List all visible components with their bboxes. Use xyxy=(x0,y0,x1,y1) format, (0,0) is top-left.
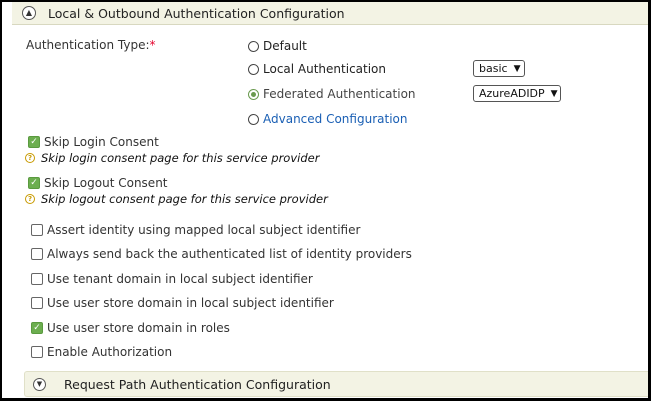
skip-login-help-text: Skip login consent page for this service… xyxy=(41,151,320,165)
radio-default-label: Default xyxy=(263,39,307,53)
enable-authorization-label: Enable Authorization xyxy=(47,345,173,359)
skip-logout-help: ? Skip logout consent page for this serv… xyxy=(25,192,328,206)
tenant-domain-checkbox[interactable] xyxy=(31,273,43,285)
chevron-down-icon: ▼ xyxy=(550,88,558,99)
radio-federated-authentication[interactable]: Federated Authentication xyxy=(248,87,416,101)
radio-advanced-circle[interactable] xyxy=(248,113,259,125)
enable-authorization-checkbox-row[interactable]: Enable Authorization xyxy=(31,345,172,359)
auth-type-label: Authentication Type:* xyxy=(26,38,156,52)
radio-federated-label: Federated Authentication xyxy=(263,87,416,101)
chevron-up-icon[interactable]: ▲ xyxy=(22,6,36,20)
section-header-local-outbound[interactable]: ▲ Local & Outbound Authentication Config… xyxy=(12,2,648,25)
section-title: Local & Outbound Authentication Configur… xyxy=(48,5,345,21)
auth-type-label-text: Authentication Type: xyxy=(26,38,150,52)
required-marker: * xyxy=(149,38,156,52)
section-header-request-path[interactable]: ▼ Request Path Authentication Configurat… xyxy=(24,371,648,397)
userstore-domain-roles-checkbox-row[interactable]: ✓ Use user store domain in roles xyxy=(31,321,230,335)
radio-local-circle[interactable] xyxy=(248,63,259,75)
local-auth-select[interactable]: basic ▼ xyxy=(473,60,525,77)
radio-local-authentication[interactable]: Local Authentication xyxy=(248,62,386,76)
skip-logout-consent-checkbox[interactable]: ✓ xyxy=(28,177,40,189)
userstore-domain-roles-checkbox[interactable]: ✓ xyxy=(31,322,43,334)
skip-login-help: ? Skip login consent page for this servi… xyxy=(25,151,319,165)
radio-local-label: Local Authentication xyxy=(263,62,387,76)
send-idp-list-checkbox-row[interactable]: Always send back the authenticated list … xyxy=(31,247,412,261)
tenant-domain-label: Use tenant domain in local subject ident… xyxy=(47,272,313,286)
assert-identity-label: Assert identity using mapped local subje… xyxy=(47,223,361,237)
send-idp-list-label: Always send back the authenticated list … xyxy=(47,247,412,261)
help-icon: ? xyxy=(25,153,35,163)
skip-login-consent-checkbox[interactable]: ✓ xyxy=(28,136,40,148)
skip-logout-help-text: Skip logout consent page for this servic… xyxy=(41,192,328,206)
skip-logout-consent-checkbox-row[interactable]: ✓ Skip Logout Consent xyxy=(28,176,168,190)
skip-login-consent-label: Skip Login Consent xyxy=(44,135,159,149)
federated-auth-select[interactable]: AzureADIDP ▼ xyxy=(473,85,561,102)
assert-identity-checkbox-row[interactable]: Assert identity using mapped local subje… xyxy=(31,223,360,237)
radio-advanced-configuration[interactable]: Advanced Configuration xyxy=(248,112,407,126)
send-idp-list-checkbox[interactable] xyxy=(31,248,43,260)
userstore-domain-subject-checkbox-row[interactable]: Use user store domain in local subject i… xyxy=(31,296,334,310)
radio-default[interactable]: Default xyxy=(248,39,307,53)
request-path-title: Request Path Authentication Configuratio… xyxy=(64,376,331,392)
skip-logout-consent-label: Skip Logout Consent xyxy=(44,176,168,190)
radio-federated-circle[interactable] xyxy=(248,88,259,100)
tenant-domain-checkbox-row[interactable]: Use tenant domain in local subject ident… xyxy=(31,272,313,286)
skip-login-consent-checkbox-row[interactable]: ✓ Skip Login Consent xyxy=(28,135,159,149)
help-icon: ? xyxy=(25,194,35,204)
radio-default-circle[interactable] xyxy=(248,40,259,52)
chevron-down-icon[interactable]: ▼ xyxy=(33,377,46,391)
local-auth-select-value: basic xyxy=(479,62,508,75)
auth-config-panel: ▲ Local & Outbound Authentication Config… xyxy=(0,0,651,401)
radio-advanced-label[interactable]: Advanced Configuration xyxy=(263,112,407,126)
userstore-domain-subject-checkbox[interactable] xyxy=(31,297,43,309)
federated-auth-select-value: AzureADIDP xyxy=(479,87,545,100)
assert-identity-checkbox[interactable] xyxy=(31,224,43,236)
userstore-domain-roles-label: Use user store domain in roles xyxy=(47,321,230,335)
chevron-down-icon: ▼ xyxy=(513,63,521,74)
userstore-domain-subject-label: Use user store domain in local subject i… xyxy=(47,296,334,310)
enable-authorization-checkbox[interactable] xyxy=(31,346,43,358)
